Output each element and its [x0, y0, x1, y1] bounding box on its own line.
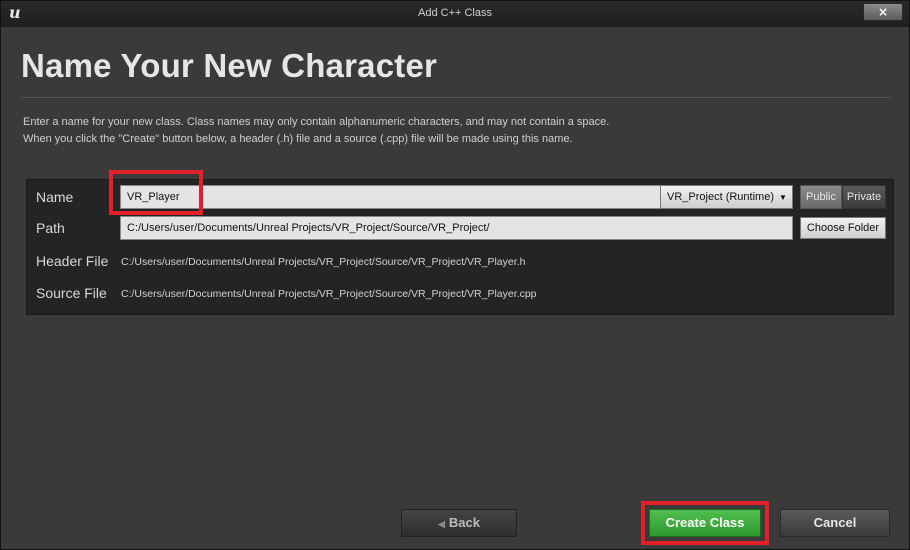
instructions-text: Enter a name for your new class. Class n… — [23, 114, 883, 148]
back-arrow-icon: ◀ — [438, 519, 445, 529]
back-button-label: Back — [448, 515, 480, 530]
create-highlight-box — [641, 501, 769, 545]
back-button[interactable]: ◀ Back — [401, 509, 517, 537]
path-label: Path — [36, 220, 65, 236]
instructions-line-2: When you click the "Create" button below… — [23, 133, 573, 145]
choose-folder-button[interactable]: Choose Folder — [800, 217, 886, 239]
name-highlight-box — [109, 170, 203, 215]
header-file-label: Header File — [36, 253, 109, 269]
cancel-button[interactable]: Cancel — [780, 509, 890, 537]
source-file-label: Source File — [36, 285, 107, 301]
public-toggle-button[interactable]: Public — [800, 185, 842, 209]
class-name-input[interactable]: VR_Player — [120, 185, 677, 209]
close-icon: × — [877, 5, 889, 19]
module-selected-value: VR_Project (Runtime) — [667, 191, 774, 203]
title-divider — [21, 97, 891, 98]
window-title: Add C++ Class — [418, 7, 492, 19]
close-button[interactable]: × — [863, 3, 903, 21]
private-toggle-button[interactable]: Private — [842, 185, 886, 209]
path-input[interactable]: C:/Users/user/Documents/Unreal Projects/… — [120, 216, 793, 240]
source-file-path: C:/Users/user/Documents/Unreal Projects/… — [121, 288, 537, 300]
instructions-line-1: Enter a name for your new class. Class n… — [23, 116, 610, 128]
title-bar[interactable]: u Add C++ Class × — [1, 1, 909, 27]
add-cpp-class-dialog: u Add C++ Class × Name Your New Characte… — [0, 0, 910, 550]
page-title: Name Your New Character — [21, 47, 438, 84]
name-label: Name — [36, 189, 74, 205]
header-file-path: C:/Users/user/Documents/Unreal Projects/… — [121, 256, 526, 268]
chevron-down-icon: ▼ — [779, 193, 787, 202]
module-dropdown[interactable]: VR_Project (Runtime) ▼ — [660, 185, 793, 209]
